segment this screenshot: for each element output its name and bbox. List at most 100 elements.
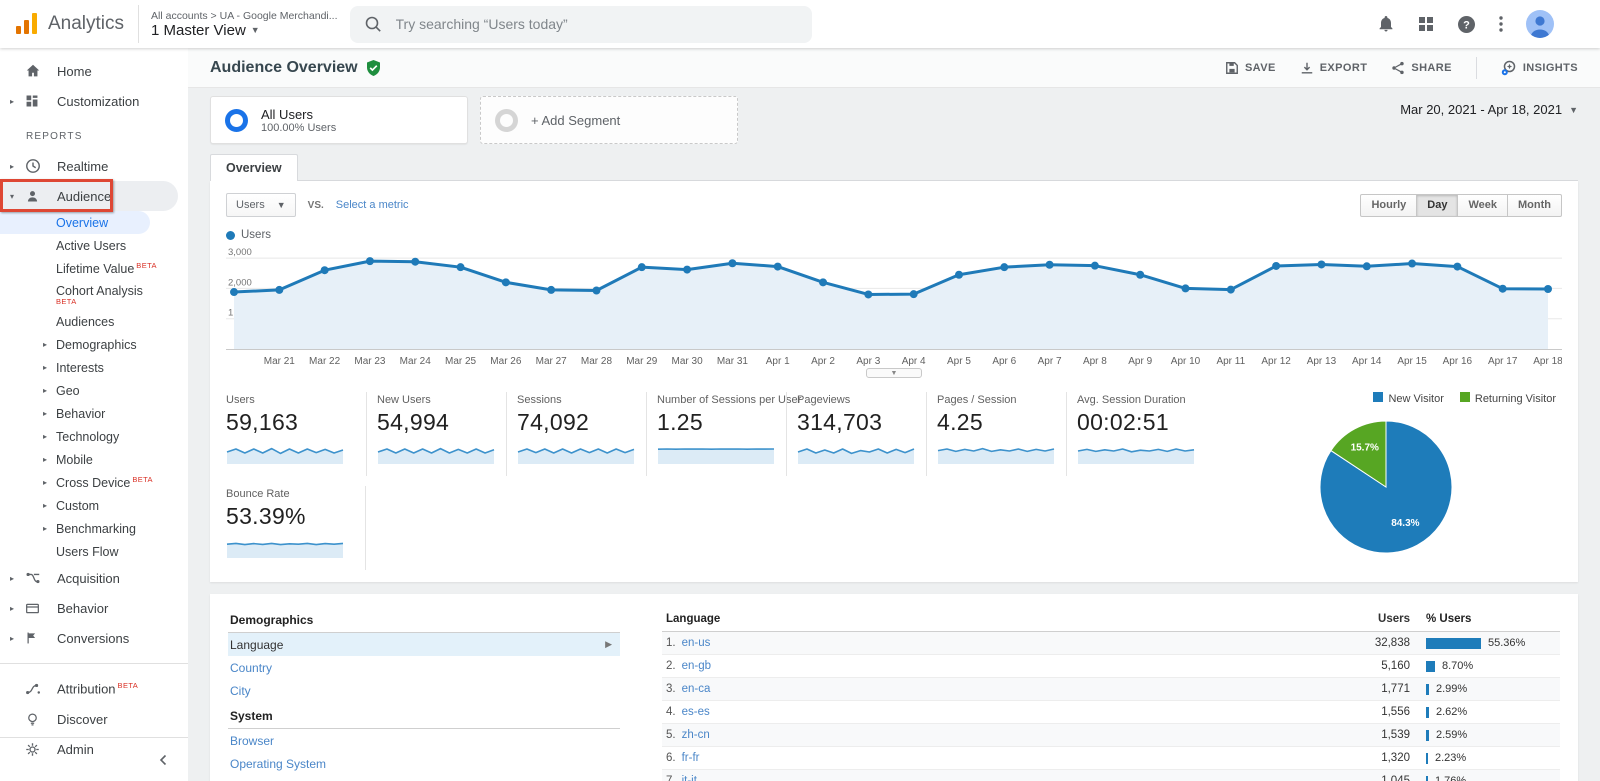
analytics-logo[interactable]: Analytics (0, 11, 124, 37)
dimension-cell: 1. en-us (662, 637, 1320, 649)
demo-item-operating-system[interactable]: Operating System (228, 752, 620, 775)
language-link[interactable]: en-gb (682, 660, 711, 672)
svg-text:3,000: 3,000 (228, 247, 252, 258)
apps-grid-icon[interactable] (1418, 16, 1434, 32)
metric-card-number-of-sessions-per-user[interactable]: Number of Sessions per User 1.25 (646, 392, 801, 476)
segment-all-users[interactable]: All Users 100.00% Users (210, 96, 468, 144)
notifications-bell-icon[interactable] (1377, 15, 1395, 33)
export-button[interactable]: EXPORT (1300, 61, 1368, 75)
metric-card-avg-session-duration[interactable]: Avg. Session Duration 00:02:51 (1066, 392, 1206, 476)
sidebar-subitem-demographics[interactable]: ▸ Demographics (0, 333, 188, 356)
language-link[interactable]: en-ca (682, 683, 711, 695)
metric-dropdown[interactable]: Users ▼ (226, 193, 296, 217)
behavior-icon (25, 601, 42, 616)
add-segment-button[interactable]: + Add Segment (480, 96, 738, 144)
save-button[interactable]: SAVE (1225, 61, 1276, 75)
tab-overview[interactable]: Overview (210, 154, 298, 181)
sidebar-item-home[interactable]: Home (0, 56, 188, 86)
metric-sparkline-chart (377, 439, 498, 470)
metric-card-pages-session[interactable]: Pages / Session 4.25 (926, 392, 1066, 476)
granularity-month-button[interactable]: Month (1508, 193, 1562, 217)
table-row-zh-cn[interactable]: 5. zh-cn 1,539 2.59% (662, 724, 1560, 747)
help-icon[interactable]: ? (1457, 15, 1476, 34)
sidebar-subitem-lifetime-value[interactable]: Lifetime Value BETA (0, 257, 188, 280)
pct-bar-chart (1426, 752, 1428, 764)
segment-ring-icon (225, 108, 248, 132)
expand-arrow-icon: ▸ (43, 432, 48, 441)
sidebar-subitem-technology[interactable]: ▸ Technology (0, 425, 188, 448)
table-row-en-ca[interactable]: 3. en-ca 1,771 2.99% (662, 678, 1560, 701)
sidebar-item-label: Acquisition (57, 570, 120, 586)
sidebar-subitem-cohort-analysis[interactable]: Cohort Analysis BETA (0, 280, 188, 310)
demo-section-demographics: Demographics (228, 606, 620, 633)
collapse-sidebar-icon[interactable] (158, 754, 168, 766)
sidebar-subitem-interests[interactable]: ▸ Interests (0, 356, 188, 379)
sidebar-subitem-custom[interactable]: ▸ Custom (0, 494, 188, 517)
metric-card-new-users[interactable]: New Users 54,994 (366, 392, 506, 476)
demo-item-browser[interactable]: Browser (228, 729, 620, 752)
sidebar-item-realtime[interactable]: ▸ Realtime (0, 151, 188, 181)
add-segment-label: + Add Segment (531, 112, 621, 128)
select-metric-link[interactable]: Select a metric (336, 199, 409, 211)
sidebar-item-acquisition[interactable]: ▸ Acquisition (0, 563, 188, 593)
language-link[interactable]: fr-fr (682, 752, 700, 764)
metric-card-pageviews[interactable]: Pageviews 314,703 (786, 392, 926, 476)
beta-badge: BETA (136, 260, 157, 270)
sidebar-item-conversions[interactable]: ▸ Conversions (0, 623, 188, 653)
sidebar-item-customization[interactable]: ▸ Customization (0, 86, 188, 116)
breadcrumb: All accounts > UA - Google Merchandi... (151, 9, 338, 22)
svg-text:Mar 28: Mar 28 (581, 356, 613, 367)
sidebar-item-attribution[interactable]: Attribution BETA (0, 674, 188, 704)
language-link[interactable]: zh-cn (682, 729, 710, 741)
table-row-en-gb[interactable]: 2. en-gb 5,160 8.70% (662, 655, 1560, 678)
search-bar[interactable] (349, 5, 812, 43)
demo-item-country[interactable]: Country (228, 656, 620, 679)
date-range-picker[interactable]: Mar 20, 2021 - Apr 18, 2021 ▼ (1400, 96, 1578, 117)
sidebar-subitem-overview[interactable]: Overview (0, 211, 150, 234)
svg-text:Apr 2: Apr 2 (811, 356, 835, 367)
pct-cell: 2.62% (1410, 706, 1560, 718)
sidebar-subitem-users-flow[interactable]: Users Flow (0, 540, 188, 563)
sidebar-subitem-active-users[interactable]: Active Users (0, 234, 188, 257)
language-link[interactable]: en-us (682, 637, 711, 649)
insights-button[interactable]: INSIGHTS (1501, 60, 1578, 76)
sidebar-item-audience[interactable]: ▾ Audience (0, 179, 178, 212)
granularity-hourly-button[interactable]: Hourly (1360, 193, 1418, 217)
table-row-fr-fr[interactable]: 6. fr-fr 1,320 2.23% (662, 747, 1560, 770)
metric-card-users[interactable]: Users 59,163 (226, 392, 366, 476)
granularity-day-button[interactable]: Day (1417, 193, 1459, 217)
share-button[interactable]: SHARE (1391, 61, 1452, 75)
svg-text:Mar 27: Mar 27 (536, 356, 568, 367)
pct-bar-chart (1426, 637, 1481, 649)
pct-bar-chart (1426, 775, 1428, 781)
sidebar-item-behavior[interactable]: ▸ Behavior (0, 593, 188, 623)
language-link[interactable]: es-es (682, 706, 710, 718)
more-options-icon[interactable] (1499, 16, 1503, 32)
demo-item-language[interactable]: Language ▶ (228, 633, 620, 656)
sidebar-subitem-mobile[interactable]: ▸ Mobile (0, 448, 188, 471)
metric-card-bounce-rate[interactable]: Bounce Rate 53.39% (226, 486, 366, 570)
users-timeseries-chart[interactable]: 1,0002,0003,000Mar 21Mar 22Mar 23Mar 24M… (226, 243, 1563, 374)
granularity-week-button[interactable]: Week (1458, 193, 1509, 217)
language-link[interactable]: it-it (682, 775, 697, 781)
metric-card-sessions[interactable]: Sessions 74,092 (506, 392, 646, 476)
svg-text:Apr 17: Apr 17 (1488, 356, 1518, 367)
sidebar-subitem-geo[interactable]: ▸ Geo (0, 379, 188, 402)
svg-text:Apr 14: Apr 14 (1352, 356, 1382, 367)
metric-label: New Users (377, 394, 431, 406)
sidebar-subitem-audiences[interactable]: Audiences (0, 310, 188, 333)
table-row-it-it[interactable]: 7. it-it 1,045 1.76% (662, 770, 1560, 781)
sidebar-item-discover[interactable]: Discover (0, 704, 188, 734)
sidebar-subitem-behavior[interactable]: ▸ Behavior (0, 402, 188, 425)
user-avatar[interactable] (1526, 10, 1554, 38)
sidebar-subitem-benchmarking[interactable]: ▸ Benchmarking (0, 517, 188, 540)
sidebar-subitem-cross-device[interactable]: ▸ Cross Device BETA (0, 471, 188, 494)
expand-arrow-icon: ▸ (10, 573, 15, 583)
table-row-es-es[interactable]: 4. es-es 1,556 2.62% (662, 701, 1560, 724)
demo-item-service-provider[interactable]: Service Provider (228, 775, 620, 781)
search-input[interactable] (393, 15, 798, 33)
account-switcher[interactable]: All accounts > UA - Google Merchandi... … (138, 5, 338, 43)
table-row-en-us[interactable]: 1. en-us 32,838 55.36% (662, 632, 1560, 655)
demo-item-city[interactable]: City (228, 679, 620, 702)
visitor-type-pie-chart[interactable]: 84.3% 15.7% (1210, 417, 1562, 557)
